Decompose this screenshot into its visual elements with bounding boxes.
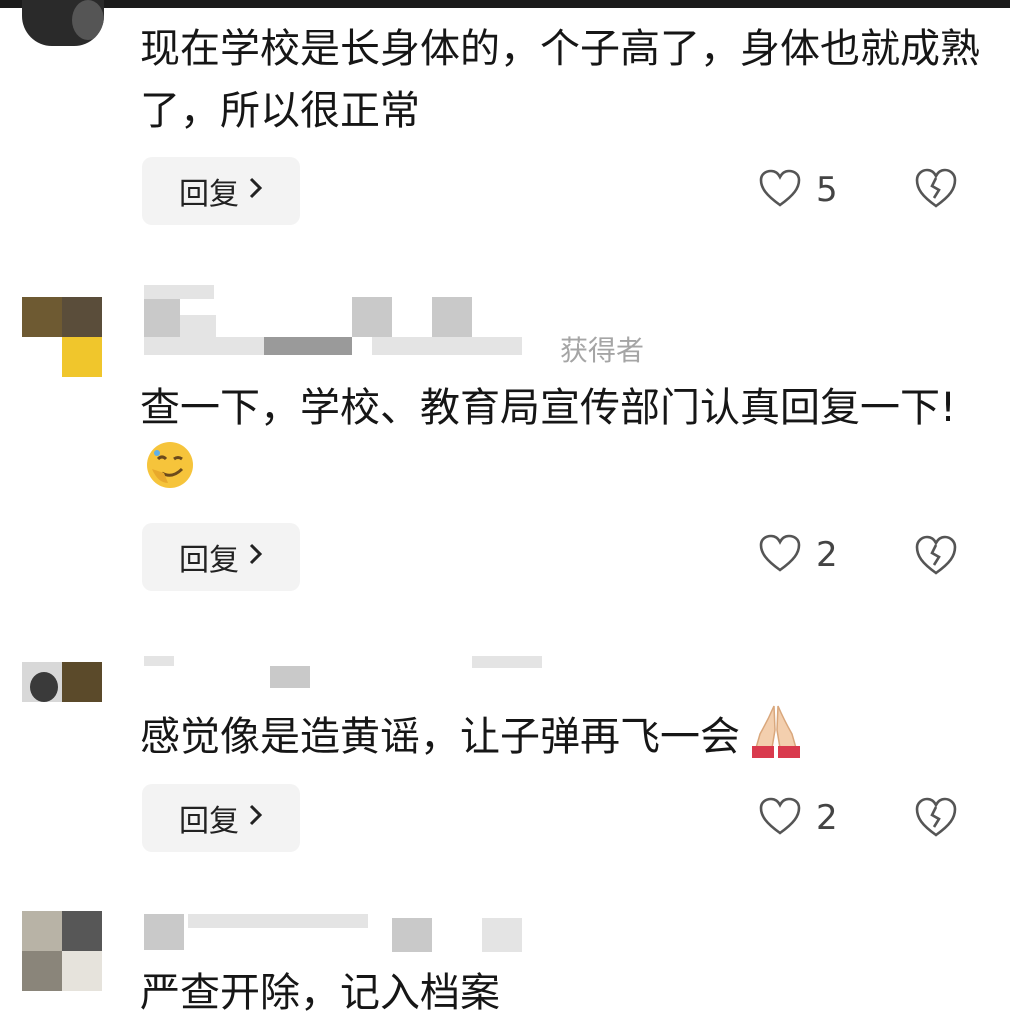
reply-label: 回复	[179, 177, 239, 212]
heart-outline-icon	[758, 168, 802, 212]
dislike-button[interactable]	[913, 166, 959, 212]
comment-text-content: 感觉像是造黄谣，让子弹再飞一会	[140, 714, 740, 760]
reply-button[interactable]: 回复	[142, 157, 300, 225]
avatar[interactable]	[22, 297, 102, 377]
avatar[interactable]	[22, 911, 102, 991]
comment-text: 严查开除，记入档案	[140, 970, 500, 1016]
like-count: 2	[816, 798, 838, 838]
avatar[interactable]	[22, 662, 102, 742]
reply-button[interactable]: 回复	[142, 784, 300, 852]
comment-text: 现在学校是长身体的，个子高了，身体也就成熟了，所以很正常	[140, 26, 980, 134]
like-count: 5	[816, 170, 838, 210]
comment-text-content: 查一下，学校、教育局宣传部门认真回复一下!	[140, 385, 957, 431]
reply-label: 回复	[179, 543, 239, 578]
badge-text: 获得者	[560, 334, 645, 367]
like-button[interactable]: 2	[758, 525, 838, 585]
folded-hands-emoji	[744, 700, 808, 778]
comment-text: 感觉像是造黄谣，让子弹再飞一会	[140, 700, 980, 778]
chevron-right-icon	[249, 176, 263, 206]
like-button[interactable]: 2	[758, 788, 838, 848]
chevron-right-icon	[249, 803, 263, 833]
comment-text: 查一下，学校、教育局宣传部门认真回复一下!	[140, 377, 980, 509]
broken-heart-icon	[913, 168, 959, 214]
chevron-right-icon	[249, 542, 263, 572]
like-button[interactable]: 5	[758, 160, 838, 220]
heart-outline-icon	[758, 796, 802, 840]
avatar[interactable]	[22, 0, 104, 46]
broken-heart-icon	[913, 535, 959, 581]
reply-button[interactable]: 回复	[142, 523, 300, 591]
dislike-button[interactable]	[913, 795, 959, 841]
dislike-button[interactable]	[913, 533, 959, 579]
top-status-bar	[0, 0, 1010, 8]
smirk-face-emoji	[144, 439, 196, 509]
like-count: 2	[816, 535, 838, 575]
username-redacted: 获得者	[142, 285, 682, 367]
heart-outline-icon	[758, 533, 802, 577]
reply-label: 回复	[179, 804, 239, 839]
broken-heart-icon	[913, 797, 959, 843]
